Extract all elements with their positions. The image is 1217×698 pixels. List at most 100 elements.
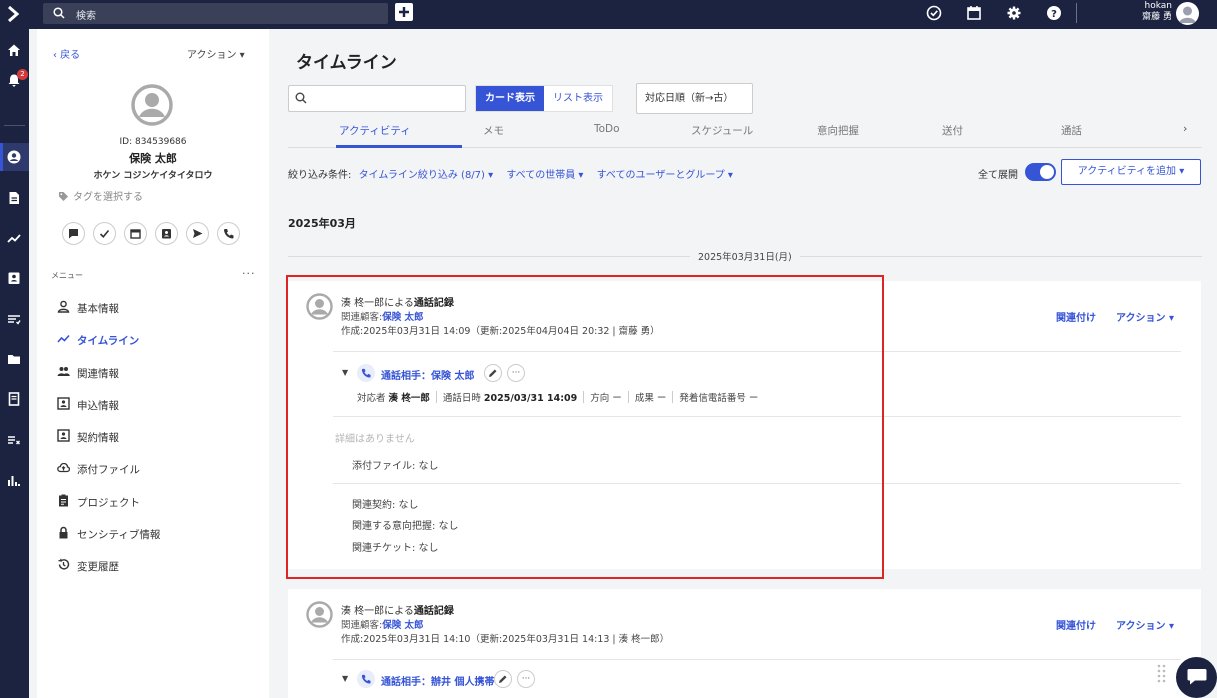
- card-related-customer: 関連顧客:保険 太郎: [341, 617, 424, 631]
- tab-call[interactable]: 通話: [1061, 123, 1082, 138]
- customer-kana: ホケン コジンケイタイタロウ: [93, 171, 213, 181]
- month-heading: 2025年03月: [288, 217, 356, 230]
- card-view-button[interactable]: カード表示: [476, 86, 544, 111]
- tabs-next-arrow[interactable]: ›: [1183, 122, 1187, 135]
- people-icon: [57, 367, 70, 376]
- plus-icon: [399, 7, 409, 17]
- more-button[interactable]: ···: [517, 670, 535, 688]
- lock-icon: [59, 526, 68, 539]
- folder-icon[interactable]: [0, 345, 29, 373]
- calendar-icon[interactable]: [966, 5, 982, 21]
- schedule-button[interactable]: [124, 222, 147, 245]
- top-bar: 検索 ? hokan 齋藤 勇: [0, 0, 1217, 29]
- list-view-button[interactable]: リスト表示: [544, 86, 612, 111]
- menu-item-label: 関連情報: [77, 368, 119, 380]
- back-link[interactable]: ‹ 戻る: [53, 46, 80, 61]
- timeline-filter-dropdown[interactable]: タイムライン絞り込み (8/7) ▾: [359, 170, 494, 181]
- search-placeholder: 検索: [76, 11, 96, 22]
- create-new-button[interactable]: [395, 3, 413, 21]
- expand-all-toggle[interactable]: [1025, 163, 1056, 181]
- customer-avatar-icon: [131, 84, 173, 126]
- tab-memo[interactable]: メモ: [483, 123, 504, 138]
- user-group-filter-dropdown[interactable]: すべてのユーザーとグループ ▾: [597, 170, 733, 181]
- check-icon: [99, 229, 110, 238]
- tab-schedule[interactable]: スケジュール: [691, 123, 753, 138]
- left-rail: 2: [0, 29, 29, 698]
- call-partner-link[interactable]: 通話相手：辦井 個人携帯: [381, 673, 494, 688]
- menu-item-label: 変更履歴: [77, 561, 119, 573]
- send-icon: [193, 229, 203, 238]
- logo-chevron-icon[interactable]: [6, 5, 20, 23]
- notification-badge: 2: [17, 69, 28, 80]
- edit-icon[interactable]: [494, 670, 512, 688]
- menu-item-label: タイムライン: [77, 335, 140, 347]
- link-button[interactable]: 関連付け: [1056, 617, 1096, 632]
- calendar-icon: [130, 229, 141, 239]
- rail-divider: [4, 125, 25, 126]
- tab-activity[interactable]: アクティビティ: [339, 123, 411, 138]
- global-search-input[interactable]: 検索: [43, 3, 388, 24]
- page-title: タイムライン: [296, 53, 397, 73]
- user-login: hokan: [1144, 1, 1172, 11]
- household-filter-dropdown[interactable]: すべての世帯員 ▾: [506, 170, 583, 181]
- search-icon: [53, 7, 65, 19]
- menu-item-label: 添付ファイル: [77, 464, 140, 476]
- card-title-author: 湊 柊一郎による: [341, 606, 414, 617]
- author-avatar-icon: [306, 601, 333, 628]
- menu-more-button[interactable]: ···: [242, 267, 256, 280]
- memo-button[interactable]: [62, 222, 85, 245]
- book-icon[interactable]: [0, 385, 29, 413]
- gear-icon[interactable]: [1006, 5, 1022, 21]
- phone-icon: [357, 670, 375, 688]
- drag-handle-icon[interactable]: [1157, 664, 1167, 686]
- call-button[interactable]: [217, 222, 240, 245]
- contact-card-icon[interactable]: [0, 264, 29, 292]
- tag-select-label: タグを選択する: [73, 192, 143, 203]
- timeline-search-input[interactable]: [288, 85, 466, 112]
- expand-all-label: 全て展開: [978, 170, 1018, 181]
- task-list-icon[interactable]: [0, 426, 29, 454]
- check-circle-icon[interactable]: [926, 5, 942, 21]
- home-icon[interactable]: [0, 36, 29, 64]
- todo-button[interactable]: [93, 222, 116, 245]
- card-title: 湊 柊一郎による通話記録: [341, 602, 454, 617]
- clipboard-icon: [59, 494, 68, 507]
- help-icon[interactable]: ?: [1046, 5, 1062, 21]
- active-tab-indicator: [336, 145, 462, 148]
- add-activity-button[interactable]: アクティビティを追加 ▾: [1061, 159, 1201, 185]
- timeline-card: 湊 柊一郎による通話記録 関連顧客:保険 太郎 作成:2025年03月31日 1…: [288, 589, 1201, 698]
- filter-label: 絞り込み条件:: [288, 170, 352, 181]
- collapse-caret-icon[interactable]: ▼: [342, 674, 348, 683]
- document-icon[interactable]: [0, 184, 29, 212]
- user-avatar-icon[interactable]: [1176, 2, 1199, 25]
- chat-support-button[interactable]: [1176, 657, 1217, 698]
- send-button[interactable]: [186, 222, 209, 245]
- card-action-menu[interactable]: アクション ▾: [1116, 617, 1174, 632]
- filter-bar: 絞り込み条件: タイムライン絞り込み (8/7) ▾ すべての世帯員 ▾ すべて…: [288, 166, 739, 181]
- customer-action-menu[interactable]: アクション ▾: [187, 46, 245, 61]
- tab-todo[interactable]: ToDo: [594, 123, 620, 135]
- tab-intent[interactable]: 意向把握: [817, 123, 859, 138]
- bar-chart-icon[interactable]: [0, 466, 29, 494]
- menu-item-label: センシティブ情報: [77, 529, 161, 541]
- customer-icon[interactable]: [0, 143, 29, 171]
- bell-icon[interactable]: 2: [0, 66, 29, 94]
- user-name[interactable]: hokan 齋藤 勇: [1128, 1, 1172, 23]
- card-title-kind: 通話記録: [413, 606, 454, 617]
- tag-select-link[interactable]: タグを選択する: [58, 188, 143, 203]
- related-customer-link[interactable]: 保険 太郎: [382, 620, 423, 631]
- sort-select[interactable]: 対応日順（新→古）: [636, 83, 753, 114]
- message-icon: [69, 229, 78, 239]
- tab-send[interactable]: 送付: [942, 123, 963, 138]
- user-display-name: 齋藤 勇: [1142, 12, 1172, 22]
- chart-icon[interactable]: [0, 224, 29, 252]
- menu-item-label: 契約情報: [77, 432, 119, 444]
- intent-button[interactable]: [155, 222, 178, 245]
- search-icon: [295, 92, 307, 104]
- list-icon[interactable]: [0, 305, 29, 333]
- activity-tabs: アクティビティ メモ ToDo スケジュール 意向把握 送付 通話 ›: [288, 113, 1202, 148]
- customer-id: ID: 834539686: [119, 137, 187, 147]
- link-button[interactable]: 関連付け: [1056, 309, 1096, 324]
- svg-text:?: ?: [1051, 9, 1057, 20]
- card-action-menu[interactable]: アクション ▾: [1116, 309, 1174, 324]
